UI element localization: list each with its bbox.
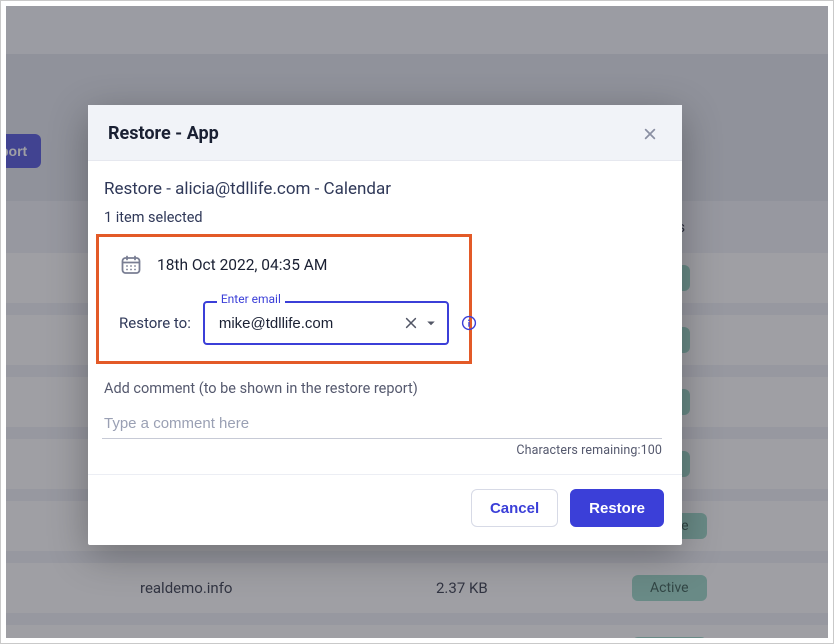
restore-modal: Restore - App Restore - alicia@tdllife.c… [88,105,682,545]
char-remaining: Characters remaining:100 [102,443,662,458]
snapshot-date: 18th Oct 2022, 04:35 AM [157,256,327,274]
modal-title: Restore - App [108,123,219,144]
email-field-wrap [203,301,449,345]
info-icon[interactable] [461,315,477,331]
modal-subtitle: Restore - alicia@tdllife.com - Calendar [102,179,662,199]
calendar-icon [119,253,143,277]
email-field[interactable] [217,314,404,333]
cancel-button[interactable]: Cancel [471,489,558,527]
comment-input[interactable] [102,407,662,439]
restore-to-label: Restore to: [119,314,191,332]
highlight-box: 18th Oct 2022, 04:35 AM Restore to: Ente… [96,234,472,364]
comment-label: Add comment (to be shown in the restore … [102,380,662,397]
restore-button[interactable]: Restore [570,489,664,527]
selected-count: 1 item selected [102,209,662,226]
email-float-label: Enter email [217,292,285,306]
chevron-down-icon[interactable] [424,315,439,331]
clear-icon[interactable] [403,315,418,331]
close-icon[interactable] [642,126,658,142]
